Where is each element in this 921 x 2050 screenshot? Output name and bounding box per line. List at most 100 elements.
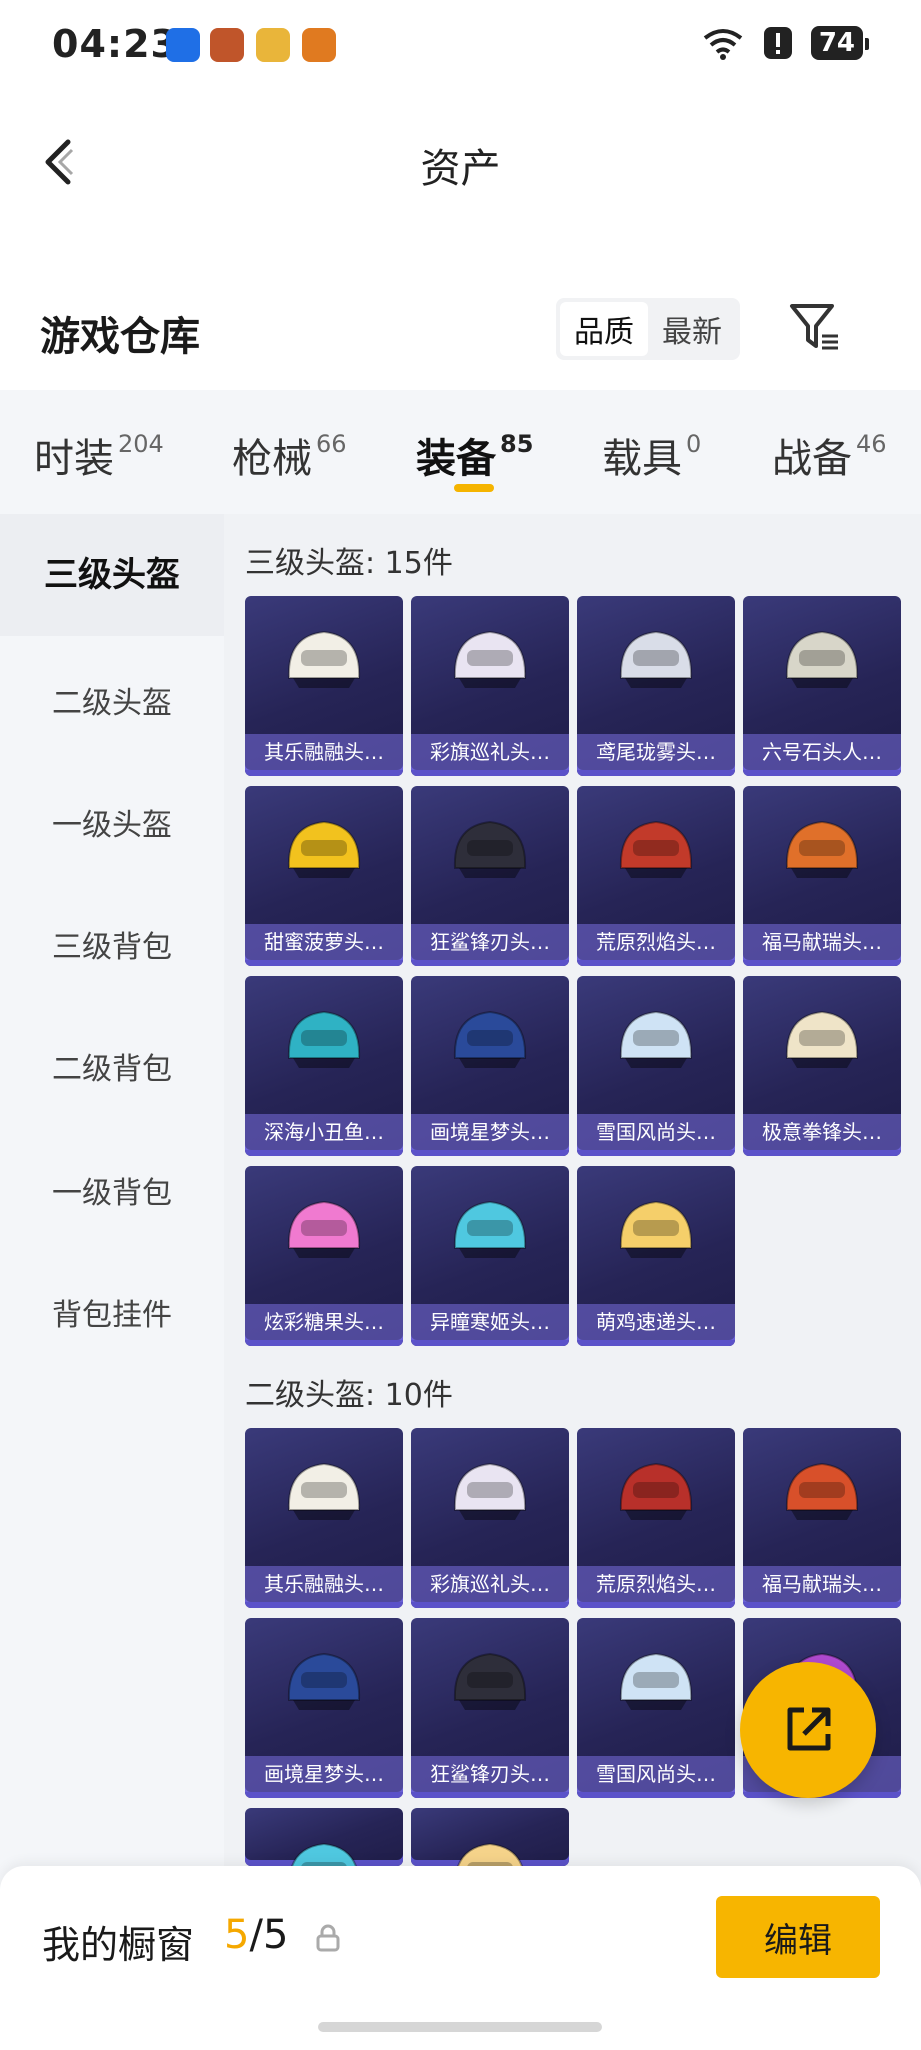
showcase-label: 我的橱窗: [42, 1923, 195, 1967]
tab-supplies[interactable]: 战备 46: [772, 426, 887, 484]
helmet-icon: [453, 1652, 527, 1710]
battery-level: 74: [810, 26, 870, 60]
item-card[interactable]: 鸢尾珑雾头…: [577, 596, 735, 776]
lock-icon: [316, 1924, 340, 1952]
status-time: 04:23: [52, 22, 178, 66]
item-name: 雪国风尚头…: [577, 1114, 735, 1150]
item-card[interactable]: [245, 1808, 403, 1866]
item-card[interactable]: 荒原烈焰头…: [577, 786, 735, 966]
item-card[interactable]: 炫彩糖果头…: [245, 1166, 403, 1346]
notification-app-icon: [302, 28, 336, 62]
tab-count: 66: [316, 430, 347, 458]
sidebar-item-level2-helmet[interactable]: 二级头盔: [0, 678, 224, 722]
item-card[interactable]: 甜蜜菠萝头…: [245, 786, 403, 966]
helmet-icon: [287, 1652, 361, 1710]
sort-toggle[interactable]: 品质 最新: [556, 298, 740, 360]
item-card[interactable]: 福马献瑞头…: [743, 1428, 901, 1608]
helmet-icon: [453, 820, 527, 878]
item-card[interactable]: 彩旗巡礼头…: [411, 1428, 569, 1608]
page-title: 资产: [420, 146, 501, 192]
external-link-icon: [787, 1707, 831, 1751]
item-name: 狂鲨锋刃头…: [411, 924, 569, 960]
active-tab-indicator: [454, 484, 494, 492]
notification-app-icon: [210, 28, 244, 62]
item-name: 彩旗巡礼头…: [411, 734, 569, 770]
tab-label: 枪械: [232, 436, 312, 482]
helmet-icon: [457, 1842, 523, 1866]
sidebar: [0, 514, 224, 2050]
helmet-icon: [287, 1010, 361, 1068]
share-button[interactable]: [740, 1662, 876, 1798]
sidebar-item-backpack-charm[interactable]: 背包挂件: [0, 1290, 224, 1334]
item-name: 荒原烈焰头…: [577, 1566, 735, 1602]
item-card[interactable]: [411, 1808, 569, 1866]
item-card[interactable]: 雪国风尚头…: [577, 976, 735, 1156]
item-name: 狂鲨锋刃头…: [411, 1756, 569, 1792]
item-card[interactable]: 荒原烈焰头…: [577, 1428, 735, 1608]
item-card[interactable]: 福马献瑞头…: [743, 786, 901, 966]
item-card[interactable]: 画境星梦头…: [245, 1618, 403, 1798]
warehouse-title: 游戏仓库: [40, 314, 200, 360]
helmet-icon: [619, 1010, 693, 1068]
alert-icon: [763, 27, 792, 59]
item-card[interactable]: 狂鲨锋刃头…: [411, 786, 569, 966]
helmet-icon: [287, 1462, 361, 1520]
item-name: 鸢尾珑雾头…: [577, 734, 735, 770]
item-card[interactable]: 极意拳锋头…: [743, 976, 901, 1156]
helmet-icon: [785, 1010, 859, 1068]
helmet-icon: [287, 630, 361, 688]
item-card[interactable]: 其乐融融头…: [245, 1428, 403, 1608]
sidebar-item-level3-helmet[interactable]: 三级头盔: [0, 514, 224, 636]
helmet-icon: [453, 630, 527, 688]
helmet-icon: [785, 1462, 859, 1520]
sidebar-item-level1-helmet[interactable]: 一级头盔: [0, 800, 224, 844]
tab-fashion[interactable]: 时装 204: [34, 426, 164, 484]
item-name: 甜蜜菠萝头…: [245, 924, 403, 960]
tab-count: 204: [118, 430, 164, 458]
helmet-icon: [785, 820, 859, 878]
item-card[interactable]: 六号石头人…: [743, 596, 901, 776]
item-card[interactable]: 彩旗巡礼头…: [411, 596, 569, 776]
item-name: 福马献瑞头…: [743, 924, 901, 960]
item-name: 六号石头人…: [743, 734, 901, 770]
tab-label: 载具: [602, 436, 682, 482]
notification-app-icon: [166, 28, 200, 62]
item-card[interactable]: 其乐融融头…: [245, 596, 403, 776]
helmet-icon: [287, 820, 361, 878]
status-icons: 74: [701, 26, 870, 60]
showcase-total: 5: [262, 1912, 289, 1958]
filter-icon[interactable]: [786, 300, 842, 356]
helmet-icon: [453, 1200, 527, 1258]
showcase-current: 5: [224, 1912, 250, 1958]
tab-equipment[interactable]: 装备 85: [416, 426, 533, 484]
tab-guns[interactable]: 枪械 66: [232, 426, 347, 484]
edit-button[interactable]: 编辑: [716, 1896, 880, 1978]
helmet-icon: [287, 1200, 361, 1258]
sidebar-item-level1-backpack[interactable]: 一级背包: [0, 1168, 224, 1212]
section-title: 二级头盔: 10件: [245, 1378, 453, 1413]
item-card[interactable]: 雪国风尚头…: [577, 1618, 735, 1798]
tab-count: 0: [686, 430, 702, 458]
item-name: 萌鸡速递头…: [577, 1304, 735, 1340]
home-indicator[interactable]: [318, 2022, 602, 2032]
helmet-icon: [453, 1010, 527, 1068]
tab-vehicles[interactable]: 载具 0: [602, 426, 701, 484]
item-name: 深海小丑鱼…: [245, 1114, 403, 1150]
item-card[interactable]: 深海小丑鱼…: [245, 976, 403, 1156]
item-card[interactable]: 画境星梦头…: [411, 976, 569, 1156]
item-card[interactable]: 异瞳寒姬头…: [411, 1166, 569, 1346]
notification-app-icon: [256, 28, 290, 62]
item-card[interactable]: 萌鸡速递头…: [577, 1166, 735, 1346]
sort-option-quality[interactable]: 品质: [560, 302, 648, 356]
item-name: 画境星梦头…: [411, 1114, 569, 1150]
helmet-icon: [619, 630, 693, 688]
sort-option-newest[interactable]: 最新: [648, 302, 736, 356]
item-name: 其乐融融头…: [245, 1566, 403, 1602]
item-name: 画境星梦头…: [245, 1756, 403, 1792]
tab-label: 装备: [416, 436, 496, 482]
item-name: 异瞳寒姬头…: [411, 1304, 569, 1340]
sidebar-item-level2-backpack[interactable]: 二级背包: [0, 1044, 224, 1088]
item-card[interactable]: 狂鲨锋刃头…: [411, 1618, 569, 1798]
item-name: 其乐融融头…: [245, 734, 403, 770]
sidebar-item-level3-backpack[interactable]: 三级背包: [0, 922, 224, 966]
